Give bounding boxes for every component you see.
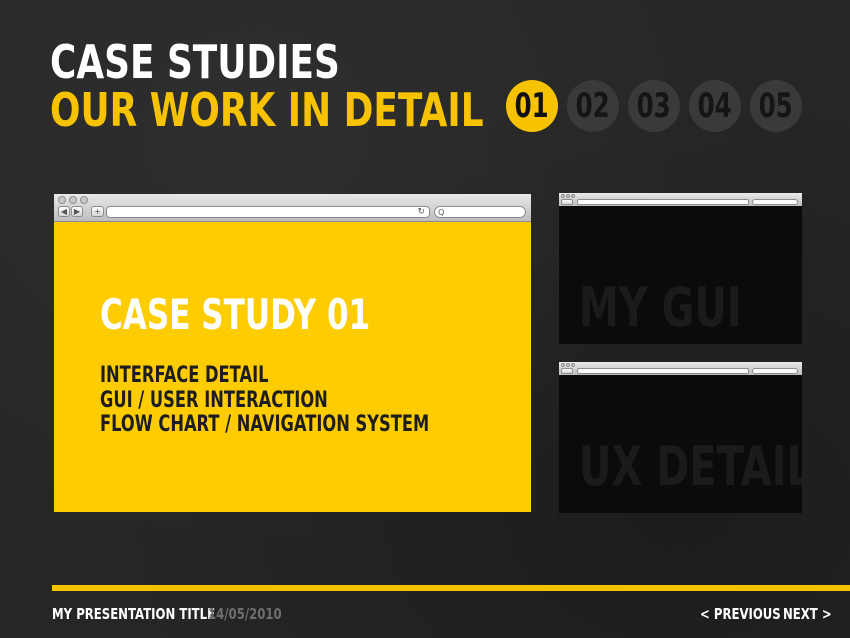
window-zoom-icon[interactable] bbox=[80, 196, 88, 204]
address-bar bbox=[577, 199, 749, 205]
case-study-items: INTERFACE DETAIL GUI / USER INTERACTION … bbox=[100, 363, 545, 438]
window-zoom-icon bbox=[571, 194, 575, 198]
case-study-item: FLOW CHART / NAVIGATION SYSTEM bbox=[100, 412, 430, 437]
browser-toolbar bbox=[559, 193, 802, 207]
footer-date: 14/05/2010 bbox=[208, 605, 282, 623]
thumbnail-browser-ux-detail[interactable]: UX DETAIL bbox=[559, 362, 802, 513]
window-zoom-icon bbox=[571, 363, 575, 367]
window-minimize-icon bbox=[566, 363, 570, 367]
footer-divider bbox=[52, 585, 850, 591]
next-button[interactable]: NEXT > bbox=[783, 604, 832, 624]
pager-item-04[interactable]: 04 bbox=[689, 80, 741, 132]
window-minimize-icon bbox=[566, 194, 570, 198]
forward-arrow-icon[interactable]: ▶ bbox=[71, 206, 83, 217]
case-study-item: INTERFACE DETAIL bbox=[100, 363, 269, 388]
case-study-heading: CASE STUDY 01 bbox=[100, 290, 371, 339]
case-study-item: GUI / USER INTERACTION bbox=[100, 387, 328, 413]
add-tab-icon[interactable]: + bbox=[91, 206, 104, 217]
pager-item-02[interactable]: 02 bbox=[567, 80, 619, 132]
pager-label: 05 bbox=[758, 86, 794, 126]
previous-button[interactable]: < PREVIOUS bbox=[700, 604, 781, 624]
back-arrow-icon[interactable]: ◀ bbox=[58, 206, 70, 217]
window-close-icon bbox=[561, 363, 565, 367]
title-our-work: OUR WORK IN DETAIL bbox=[50, 83, 484, 137]
back-forward-icon bbox=[561, 199, 573, 205]
browser-toolbar: ◀ ▶ + ↻ Q bbox=[54, 194, 531, 222]
thumbnail-label: UX DETAIL bbox=[579, 435, 802, 498]
thumbnail-label: MY GUI bbox=[579, 276, 742, 339]
pager-item-05[interactable]: 05 bbox=[750, 80, 802, 132]
thumbnail-slide: UX DETAIL bbox=[559, 375, 802, 513]
window-close-icon[interactable] bbox=[58, 196, 66, 204]
pager-item-03[interactable]: 03 bbox=[628, 80, 680, 132]
case-study-slide: CASE STUDY 01 INTERFACE DETAIL GUI / USE… bbox=[54, 222, 531, 512]
thumbnail-slide: MY GUI bbox=[559, 206, 802, 344]
reload-icon[interactable]: ↻ bbox=[417, 207, 425, 217]
pager-label: 04 bbox=[697, 86, 733, 126]
pager-label: 02 bbox=[575, 86, 611, 126]
title-case-studies: CASE STUDIES bbox=[50, 35, 340, 89]
main-browser-window: ◀ ▶ + ↻ Q CASE STUDY 01 INTERFACE DETAIL… bbox=[54, 194, 531, 512]
thumbnail-browser-my-gui[interactable]: MY GUI bbox=[559, 193, 802, 344]
browser-toolbar bbox=[559, 362, 802, 376]
address-bar bbox=[577, 368, 749, 374]
search-icon: Q bbox=[438, 207, 445, 217]
pager-label: 03 bbox=[636, 86, 672, 126]
pager-item-01[interactable]: 01 bbox=[506, 80, 558, 132]
pager-label: 01 bbox=[514, 86, 550, 126]
footer-presentation-title: MY PRESENTATION TITLE bbox=[52, 605, 216, 623]
address-bar[interactable]: ↻ bbox=[106, 206, 430, 218]
browser-search-field[interactable]: Q bbox=[434, 206, 526, 218]
back-forward-icon bbox=[561, 368, 573, 374]
window-minimize-icon[interactable] bbox=[69, 196, 77, 204]
browser-search-field bbox=[752, 368, 798, 374]
window-close-icon bbox=[561, 194, 565, 198]
browser-search-field bbox=[752, 199, 798, 205]
